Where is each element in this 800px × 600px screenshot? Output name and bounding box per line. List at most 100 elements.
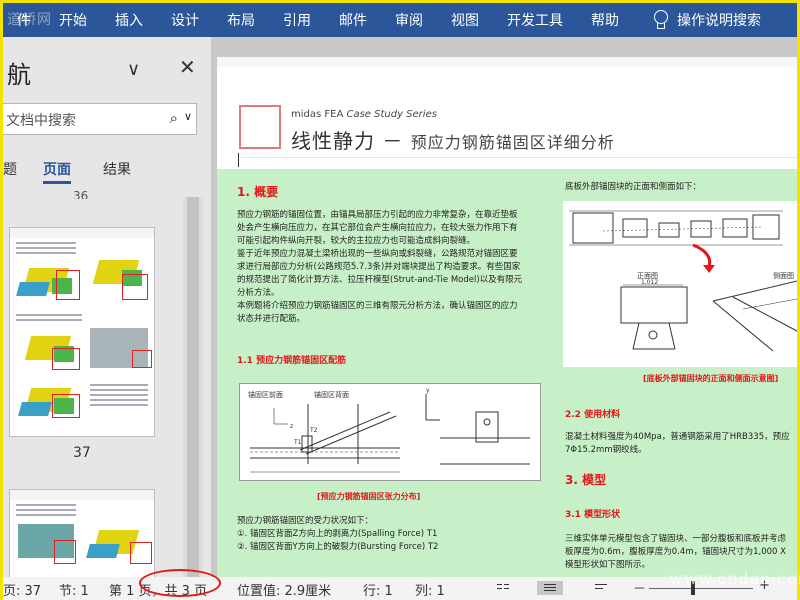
figure-label-back: 锚固区背面 [314,391,349,399]
read-mode-icon[interactable] [495,581,511,595]
para-line: 分析方法。 [237,288,280,298]
menu-insert[interactable]: 插入 [101,10,157,30]
thumb-header [10,228,154,238]
title-divider [241,157,797,158]
menu-home[interactable]: 开始 [45,10,101,30]
section-heading-3-1: 3.1 模型形状 [565,510,621,520]
para-line: 求进行局部应力分析(公路规范5.7.3条)并对端块提出了构造要求。有些国家 [237,262,521,272]
anchorage-drawing: z y T1 T2 [250,387,530,473]
thumb-highlight-box [132,350,152,368]
menu-layout[interactable]: 布局 [213,10,269,30]
nav-search-placeholder: 文档中搜索 [6,113,76,129]
status-column[interactable]: 列: 1 [415,580,445,599]
para-line: 三维实体单元模型包含了锚固块、一部分腹板和底板并考虑 [565,534,787,544]
thumb-highlight-box [54,540,76,564]
figure-label-side-view: 侧面图 [773,272,794,280]
tab-pages[interactable]: 页面 [43,159,71,184]
figure-dimension: 1,012 [641,279,659,286]
figure-caption: [底板外部锚固块的正面和侧面示意图] [643,374,779,383]
prev-page-number: 36 [73,189,89,199]
zoom-slider[interactable] [649,588,753,589]
close-icon[interactable]: ✕ [179,55,196,79]
thumb-header [10,490,154,500]
print-layout-icon[interactable] [537,581,563,595]
thumb-highlight-box [122,274,148,300]
nav-scrollbar-thumb[interactable] [187,197,199,577]
list-item: ①. 锚固区背面Z方向上的剥离力(Spalling Force) T1 [237,529,438,539]
materials-text: 混凝土材料强度为40Mpa，普通钢筋采用了HRB335，预应 7Φ15.2mm钢… [565,431,797,457]
dropdown-arrow-icon[interactable]: ∨ [184,110,192,123]
thumb-text [16,314,82,324]
status-page[interactable]: 页: 37 [3,580,41,599]
thumb-highlight-box [52,348,80,370]
document-page[interactable]: midas FEA Case Study Series 线性静力 － 预应力钢筋… [217,57,797,577]
page-title: 线性静力 － 预应力钢筋锚固区详细分析 [291,125,615,154]
page-thumbnail-37[interactable] [9,227,155,437]
menu-help[interactable]: 帮助 [577,10,633,30]
stress-description: 预应力钢筋锚固区的受力状况如下： ①. 锚固区背面Z方向上的剥离力(Spalli… [237,515,547,554]
zoom-out-button[interactable]: － [633,578,646,597]
menu-review[interactable]: 审阅 [381,10,437,30]
page-thumbnail-list: 36 37 [3,189,195,577]
para-line: 可能引起构件纵向开裂，较大的主拉应力也可能造成斜向裂缝。 [237,236,476,246]
zoom-in-button[interactable]: + [759,578,770,593]
list-item: ②. 锚固区背面Y方向上的破裂力(Bursting Force) T2 [237,542,439,552]
series-prefix: midas FEA [291,109,347,120]
tab-headings[interactable]: 题 [3,159,17,179]
status-section[interactable]: 节: 1 [59,580,89,599]
para-line: 预应力钢筋锚固区的受力状况如下： [237,516,374,526]
tell-me-search[interactable]: 操作说明搜索 [653,10,761,30]
document-body: 1. 概要 预应力钢筋的锚固位置，由锚具局部压力引起的应力非常复杂，在靠近垫板 … [217,169,797,577]
para-line: 混凝土材料强度为40Mpa，普通钢筋采用了HRB335，预应 [565,432,790,442]
status-line[interactable]: 行: 1 [363,580,393,599]
thumb-text [16,504,76,519]
menu-design[interactable]: 设计 [157,10,213,30]
web-layout-icon[interactable] [593,581,609,595]
nav-scrollbar[interactable] [183,197,203,577]
document-canvas[interactable]: midas FEA Case Study Series 线性静力 － 预应力钢筋… [211,37,797,577]
thumb-highlight-box [130,542,152,564]
status-position[interactable]: 位置值: 2.9厘米 [237,580,331,599]
para-line: 本例题将介绍预应力钢筋锚固区的三维有限元分析方法，确认锚固区的应力 [237,301,518,311]
para-line: 板厚度为0.6m，腹板厚度为0.4m，锚固块尺寸为1,000 X [565,547,786,557]
zoom-slider-thumb[interactable] [691,581,695,595]
para-line: 状态并进行配筋。 [237,314,306,324]
model-shape-text: 三维实体单元模型包含了锚固块、一部分腹板和底板并考虑 板厚度为0.6m，腹板厚度… [565,533,797,572]
svg-text:T1: T1 [293,439,302,446]
page-thumbnail-38[interactable] [9,489,155,577]
para-line: 处会产生横向压应力，在其它部位会产生横向拉应力，在较大张力作用下有 [237,223,518,233]
menu-mailings[interactable]: 邮件 [325,10,381,30]
svg-text:y: y [426,387,430,394]
anchor-block-drawing [563,201,797,367]
para-line: 模型形状如下图所示。 [565,560,651,570]
series-name: Case Study Series [346,109,437,120]
menu-developer[interactable]: 开发工具 [493,10,577,30]
status-bar: 页: 37 节: 1 第 1 页，共 3 页 位置值: 2.9厘米 行: 1 列… [3,569,797,600]
search-icon[interactable]: ⌕ [170,109,178,127]
nav-tabs: 题 页面 结果 [3,159,211,185]
svg-text:T2: T2 [309,427,318,434]
nav-search-input[interactable]: 文档中搜索 ⌕ ∨ [3,103,197,135]
lightbulb-icon [653,10,668,30]
thumb-highlight-box [52,394,80,418]
section-heading-1: 1. 概要 [237,185,279,199]
figure-anchor-block: 正面图 侧面图 1,012 [563,201,797,367]
thumb-highlight-box [56,270,80,300]
svg-text:z: z [290,423,293,430]
menu-references[interactable]: 引用 [269,10,325,30]
menu-file[interactable]: 件 [3,10,45,30]
tab-results[interactable]: 结果 [103,159,131,179]
section-heading-3: 3. 模型 [565,473,607,487]
section-1-text: 预应力钢筋的锚固位置，由锚具局部压力引起的应力非常复杂，在靠近垫板 处会产生横向… [237,209,547,326]
nav-pane-title: 航 [7,61,31,89]
section-heading-1-1: 1.1 预应力钢筋锚固区配筋 [237,356,347,366]
para-line: 的规范提出了简化计算方法、拉压杆模型(Strut-and-Tie Model)以… [237,275,523,285]
ribbon-menu-bar: 道桥网 件 开始 插入 设计 布局 引用 邮件 审阅 视图 开发工具 帮助 操作… [3,3,797,37]
thumb-table [90,384,148,409]
figure-caption: [预应力钢筋锚固区张力分布] [317,492,421,501]
menu-view[interactable]: 视图 [437,10,493,30]
para-line: 7Φ15.2mm钢绞线。 [565,445,647,455]
header-logo-square [239,105,281,149]
chevron-down-icon[interactable]: ∨ [127,59,140,80]
series-label: midas FEA Case Study Series [291,109,437,120]
